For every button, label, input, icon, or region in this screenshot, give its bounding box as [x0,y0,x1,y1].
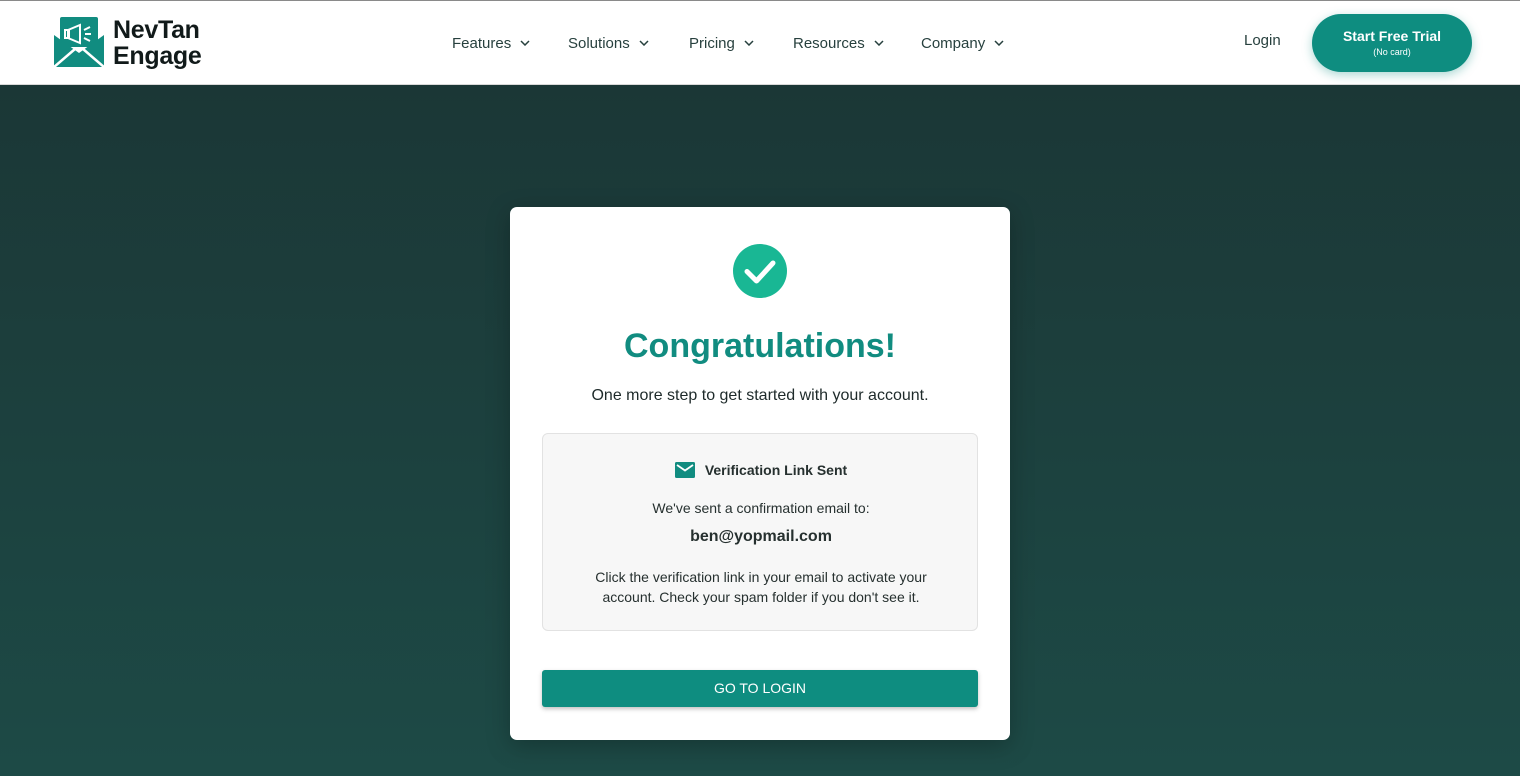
chevron-down-icon [874,40,884,46]
start-free-trial-button[interactable]: Start Free Trial (No card) [1312,14,1472,72]
login-link[interactable]: Login [1244,32,1281,49]
verification-heading: Verification Link Sent [543,460,979,480]
nav-item-pricing[interactable]: Pricing [689,32,754,54]
confirmation-sent-text: We've sent a confirmation email to: [652,500,870,516]
check-circle-icon [733,244,787,298]
site-header: NevTan Engage Features Solutions Pricing… [0,0,1520,85]
chevron-down-icon [994,40,1004,46]
confirmation-card: Congratulations! One more step to get st… [510,207,1010,740]
nav-item-resources[interactable]: Resources [793,32,884,54]
nav-item-label: Features [452,34,512,52]
verification-info-box: Verification Link Sent We've sent a conf… [542,433,978,631]
nav-item-features[interactable]: Features [452,32,530,54]
trial-button-label: Start Free Trial [1342,28,1442,44]
nav-item-company[interactable]: Company [921,32,1004,54]
nav-item-label: Company [921,34,986,52]
verification-heading-label: Verification Link Sent [704,462,848,478]
nav-item-solutions[interactable]: Solutions [568,32,649,54]
go-to-login-button[interactable]: GO TO LOGIN [542,670,978,707]
nav-item-label: Solutions [568,34,630,52]
trial-button-sublabel: (No card) [1373,47,1411,57]
main-nav: Features Solutions Pricing Resources Com… [0,32,1520,54]
nav-item-label: Resources [793,34,865,52]
nav-item-label: Pricing [689,34,735,52]
chevron-down-icon [744,40,754,46]
page-subtitle: One more step to get started with your a… [591,387,929,404]
recipient-email: ben@yopmail.com [690,528,832,545]
chevron-down-icon [639,40,649,46]
verification-instructions: Click the verification link in your emai… [595,569,927,605]
page-title: Congratulations! [624,327,896,365]
mail-icon [674,462,695,478]
chevron-down-icon [520,40,530,46]
